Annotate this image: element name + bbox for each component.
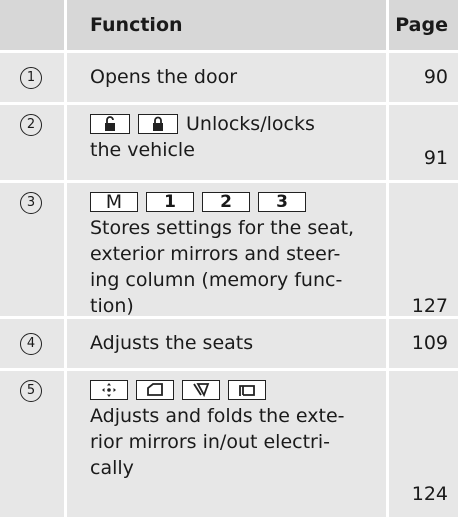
table-row: 1 Opens the door 90 bbox=[0, 53, 458, 102]
memory-key-2: 2 bbox=[202, 192, 250, 212]
memory-key-1: 1 bbox=[146, 192, 194, 212]
table-row: 4 Adjusts the seats 109 bbox=[0, 319, 458, 368]
function-text: rior mirrors in/out electri- bbox=[90, 431, 330, 453]
page-column-header: Page bbox=[395, 14, 448, 36]
mirror-adjust-icon bbox=[90, 380, 128, 400]
function-column-header: Function bbox=[90, 14, 183, 36]
right-mirror-icon bbox=[182, 380, 220, 400]
memory-key-m: M bbox=[90, 191, 138, 213]
memory-key-3: 3 bbox=[258, 192, 306, 212]
function-text: Stores settings for the seat, bbox=[90, 217, 355, 239]
function-text: Adjusts the seats bbox=[90, 332, 254, 354]
page-number: 124 bbox=[411, 483, 448, 505]
function-text: cally bbox=[90, 457, 134, 479]
function-text: exterior mirrors and steer- bbox=[90, 243, 341, 265]
lock-icon bbox=[138, 114, 178, 134]
table-header-row: Function Page bbox=[0, 0, 458, 50]
left-mirror-icon bbox=[136, 380, 174, 400]
unlock-icon bbox=[90, 114, 130, 134]
row-number-badge: 2 bbox=[20, 114, 42, 136]
page-number: 90 bbox=[423, 66, 448, 88]
row-number-badge: 1 bbox=[20, 67, 42, 89]
function-cell: Adjusts and folds the exte- rior mirrors… bbox=[90, 377, 345, 481]
table-row: 5 Adjusts and folds the exte- rior mirro… bbox=[0, 371, 458, 517]
mirror-fold-icon bbox=[228, 380, 266, 400]
row-number-badge: 3 bbox=[20, 192, 42, 214]
function-cell: M 1 2 3 Stores settings for the seat, ex… bbox=[90, 189, 354, 319]
function-text: the vehicle bbox=[90, 139, 195, 161]
row-number-badge: 4 bbox=[20, 333, 42, 355]
page-number: 109 bbox=[411, 332, 448, 354]
table-row: 3 M 1 2 3 Stores settings for the seat, … bbox=[0, 183, 458, 319]
row-number-badge: 5 bbox=[20, 380, 42, 402]
function-text: ing column (memory func- bbox=[90, 269, 343, 291]
function-text: Opens the door bbox=[90, 66, 238, 88]
page-number: 91 bbox=[423, 147, 448, 169]
function-text: Unlocks/locks bbox=[186, 113, 315, 135]
function-cell: Unlocks/locks the vehicle bbox=[90, 111, 315, 163]
table-row: 2 Unlocks/locks the vehicle 91 bbox=[0, 105, 458, 180]
function-text: Adjusts and folds the exte- bbox=[90, 405, 345, 427]
